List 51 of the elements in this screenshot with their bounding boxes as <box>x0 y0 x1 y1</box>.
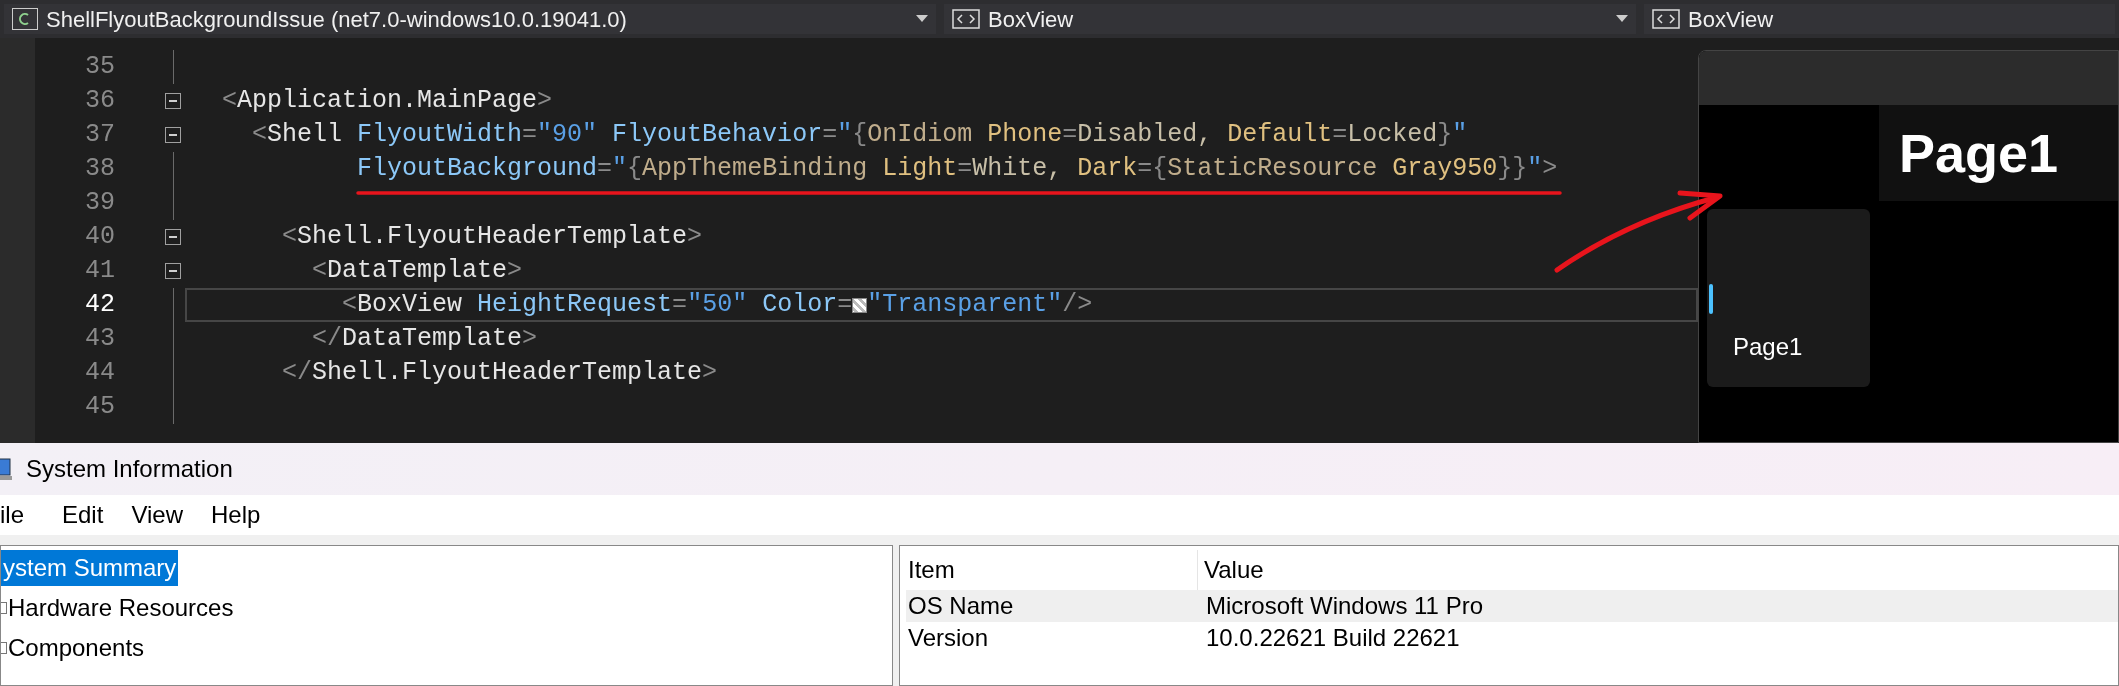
table-cell-text: Version <box>907 623 990 653</box>
collapse-icon[interactable] <box>165 127 181 143</box>
tree-item[interactable]: ystem Summary <box>1 550 179 586</box>
code-line: </Shell.FlyoutHeaderTemplate> <box>281 357 719 390</box>
line-number: 42 <box>84 289 115 322</box>
line-number: 36 <box>84 85 115 118</box>
table-cell-text: 10.0.22621 Build 22621 <box>1205 623 1461 653</box>
table-cell-text: OS Name <box>907 591 1015 621</box>
caret-icon <box>1616 15 1628 23</box>
code-line: <Shell FlyoutWidth="90" FlyoutBehavior="{OnIdiom Phone=Disabled, Default=Locked}" <box>251 119 1469 152</box>
dropdown[interactable]: ShellFlyoutBackgroundIssue (net7.0-windows10.0.19041.0) <box>4 4 936 34</box>
collapse-icon[interactable] <box>165 263 181 279</box>
code-line: <Application.MainPage> <box>221 85 554 118</box>
code-icon <box>952 9 980 29</box>
menu-item[interactable]: Help <box>196 497 275 533</box>
table-cell-text: Microsoft Windows 11 Pro <box>1205 591 1484 621</box>
expand-icon[interactable] <box>1 602 7 614</box>
code-line: </DataTemplate> <box>311 323 539 356</box>
csharp-file-icon <box>12 8 38 30</box>
flyout-item[interactable]: Page1 <box>1707 209 1870 387</box>
expand-icon[interactable] <box>1 642 7 654</box>
code-line: <DataTemplate> <box>311 255 524 288</box>
window-title: System Information <box>26 454 233 484</box>
line-number: 41 <box>84 255 115 288</box>
line-number: 38 <box>84 153 115 186</box>
menu-item[interactable]: ile <box>0 497 48 533</box>
tree-item[interactable]: Hardware Resources <box>7 590 235 626</box>
table-row[interactable]: OS Name Microsoft Windows 11 Pro <box>906 590 2118 622</box>
collapse-icon[interactable] <box>165 229 181 245</box>
code-icon <box>1652 9 1680 29</box>
dropdown[interactable]: BoxView <box>944 4 1636 34</box>
line-number: 43 <box>84 323 115 356</box>
computer-icon <box>0 457 12 481</box>
menu-item[interactable]: Edit <box>48 497 118 533</box>
tree-item[interactable]: Components <box>7 630 146 666</box>
collapse-icon[interactable] <box>165 93 181 109</box>
line-number: 45 <box>84 391 115 424</box>
line-number: 39 <box>84 187 115 220</box>
line-number: 35 <box>84 51 115 84</box>
column-header[interactable]: Value <box>1198 550 2118 590</box>
dropdown[interactable]: BoxView <box>1644 4 2115 34</box>
code-line: <Shell.FlyoutHeaderTemplate> <box>281 221 704 254</box>
line-number: 37 <box>84 119 115 152</box>
menu-item[interactable]: View <box>117 497 197 533</box>
line-number: 40 <box>84 221 115 254</box>
caret-icon <box>916 15 928 23</box>
page-title: Page1 <box>1899 121 2059 185</box>
line-number: 44 <box>84 357 115 390</box>
color-swatch-icon[interactable] <box>852 297 868 313</box>
selection-indicator <box>1709 284 1713 314</box>
code-line: FlyoutBackground="{AppThemeBinding Light=White, Dark={StaticResource Gray950}}"> <box>356 153 1559 186</box>
